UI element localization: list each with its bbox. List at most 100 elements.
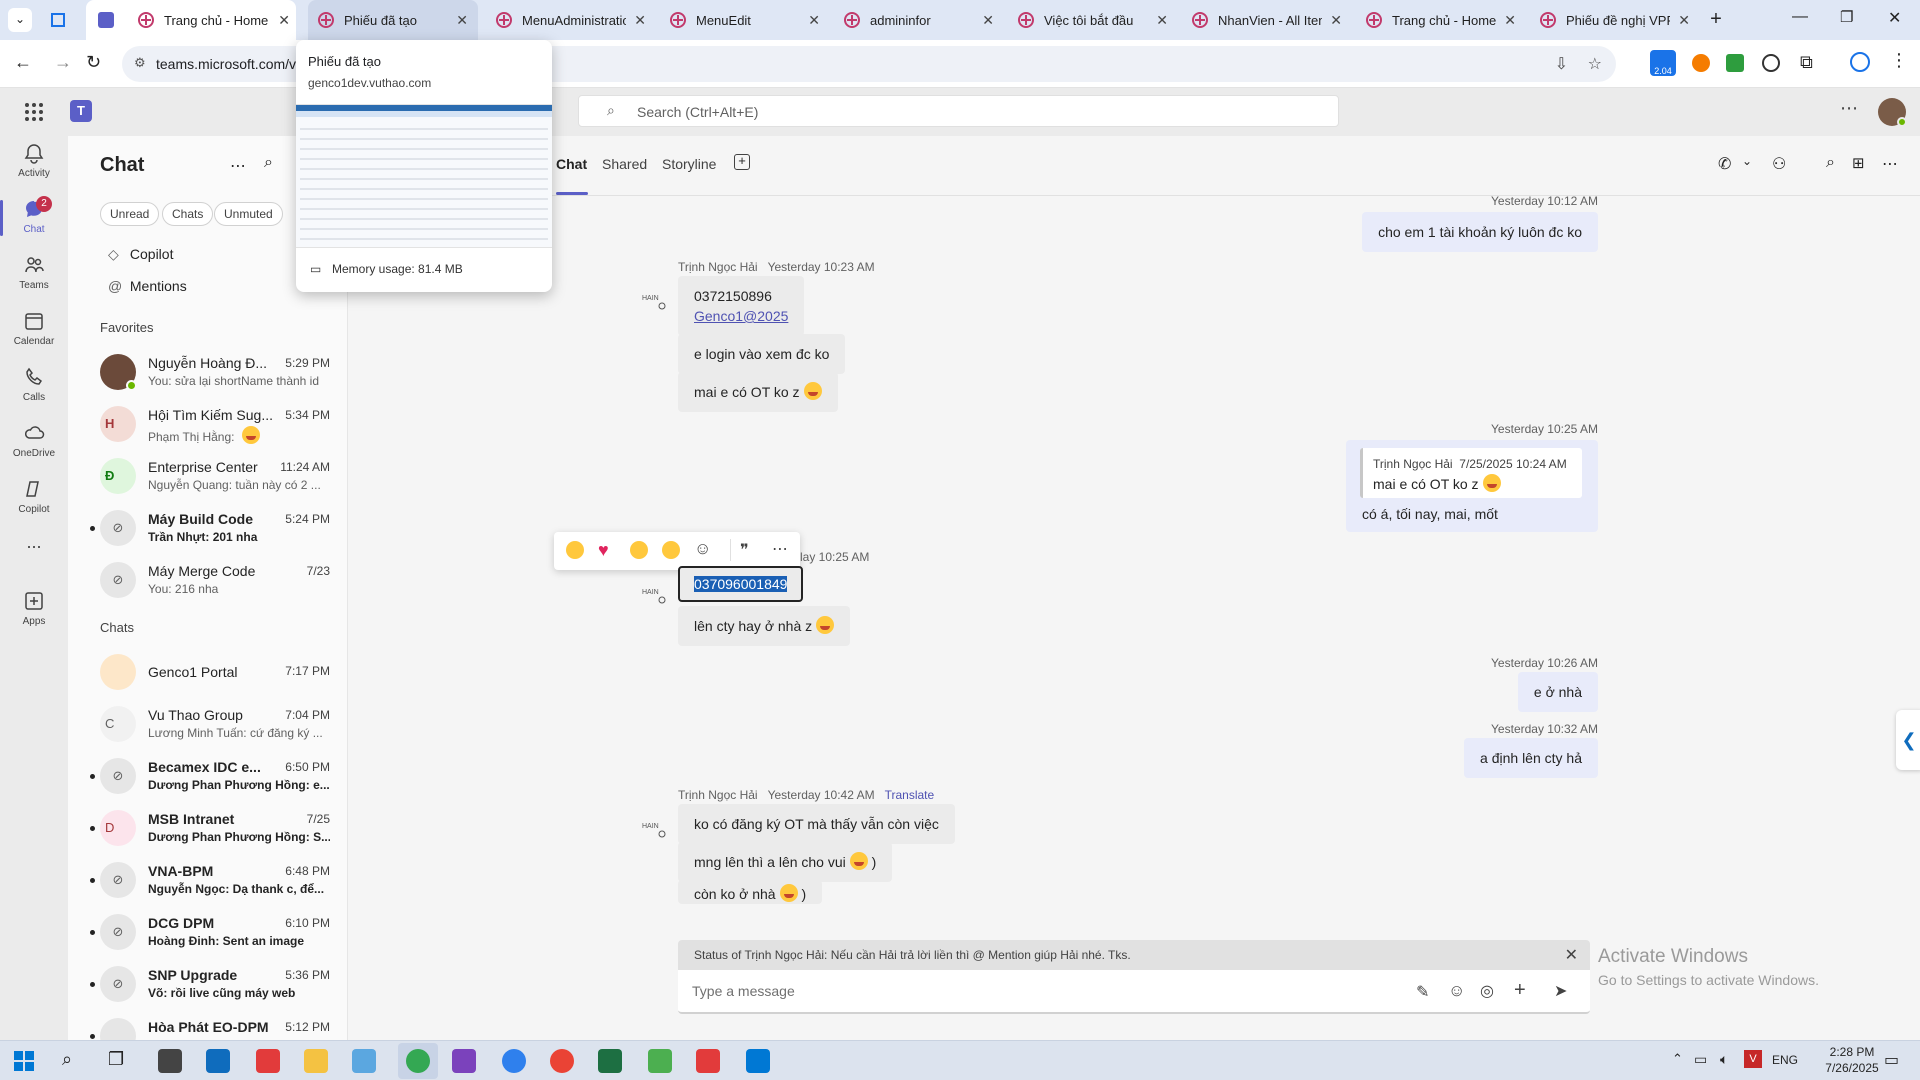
add-tab-icon[interactable]: + xyxy=(734,154,750,170)
message-bubble[interactable]: a định lên cty hả xyxy=(1464,738,1598,778)
tab-shared[interactable]: Shared xyxy=(602,156,647,172)
close-icon[interactable]: ✕ xyxy=(1565,945,1578,965)
message-bubble[interactable]: ko có đăng ký OT mà thấy vẫn còn việc xyxy=(678,804,955,844)
browser-menu-icon[interactable]: ⋮ xyxy=(1890,50,1908,71)
notifications-icon[interactable]: ▭ xyxy=(1884,1050,1899,1070)
search-input[interactable]: ⌕ Search (Ctrl+Alt+E) xyxy=(578,95,1339,127)
translate-link[interactable]: Translate xyxy=(885,788,935,802)
chrome-icon[interactable] xyxy=(406,1049,430,1073)
tab-8[interactable]: Trang chủ - Home ✕ xyxy=(1356,0,1526,40)
add-people-icon[interactable]: ⚇ xyxy=(1772,154,1786,174)
reload-icon[interactable]: ↻ xyxy=(86,52,101,73)
list-item[interactable]: Nguyễn Hoàng Đ... 5:29 PM You: sửa lại s… xyxy=(68,346,348,398)
pinned-mentions[interactable]: @ Mentions xyxy=(108,278,187,294)
excel-icon[interactable] xyxy=(598,1049,622,1073)
close-icon[interactable]: ✕ xyxy=(634,12,646,29)
list-item[interactable]: ⊘ Máy Build Code 5:24 PM Trần Nhựt: 201 … xyxy=(68,502,348,554)
message-bubble[interactable]: còn ko ở nhà ) xyxy=(678,880,823,904)
filter-unmuted[interactable]: Unmuted xyxy=(214,202,283,226)
language-indicator[interactable]: ENG xyxy=(1772,1053,1798,1067)
format-icon[interactable]: ✎ xyxy=(1416,982,1429,1002)
rail-item-onedrive[interactable]: OneDrive xyxy=(0,416,68,472)
tab-chat[interactable]: Chat xyxy=(556,156,587,172)
extensions-puzzle-icon[interactable]: ⧉ xyxy=(1800,52,1813,73)
thumbs-up-icon[interactable] xyxy=(566,541,584,559)
chevron-down-icon[interactable]: ⌄ xyxy=(1742,154,1752,168)
tab-search-button[interactable]: ⌄ xyxy=(8,8,32,32)
search-icon[interactable]: ⌕ xyxy=(1826,154,1835,172)
search-icon[interactable]: ⌕ xyxy=(264,154,273,172)
vietkey-icon[interactable]: V xyxy=(1744,1050,1762,1068)
tab-3[interactable]: MenuAdministratio ✕ xyxy=(486,0,656,40)
clock[interactable]: 2:28 PM 7/26/2025 xyxy=(1820,1044,1884,1076)
loop-icon[interactable]: ◎ xyxy=(1480,981,1494,1001)
rail-item-copilot[interactable]: Copilot xyxy=(0,472,68,528)
chevron-left-icon[interactable]: ❮ xyxy=(1896,710,1920,770)
browser-workspace-icon[interactable] xyxy=(48,10,68,30)
restore-button[interactable]: ❐ xyxy=(1840,8,1853,26)
extension-icon[interactable] xyxy=(1762,54,1780,72)
search-icon[interactable]: ⌕ xyxy=(62,1049,72,1070)
back-arrow-icon[interactable]: ← xyxy=(14,52,32,73)
tab-1[interactable]: Trang chủ - Home ✕ xyxy=(128,0,300,40)
list-item[interactable]: ⊘ SNP Upgrade 5:36 PM Võ: rồi live cũng … xyxy=(68,958,348,1010)
close-icon[interactable]: ✕ xyxy=(982,12,994,29)
close-window-button[interactable]: ✕ xyxy=(1888,8,1901,28)
list-item[interactable]: ⊘ Máy Merge Code 7/23 You: 216 nha xyxy=(68,554,348,606)
notepad-icon[interactable] xyxy=(648,1049,672,1073)
tab-storyline[interactable]: Storyline xyxy=(662,156,716,172)
windows-start-icon[interactable] xyxy=(14,1051,34,1071)
send-icon[interactable]: ➤ xyxy=(1554,981,1567,1001)
app-icon[interactable] xyxy=(502,1049,526,1073)
message-bubble[interactable]: 0372150896 Genco1@2025 xyxy=(678,276,805,336)
site-info-icon[interactable]: ⚙ xyxy=(134,55,146,71)
volume-icon[interactable]: 🔈︎ xyxy=(1720,1051,1728,1068)
chrome-icon[interactable] xyxy=(550,1049,574,1073)
rail-item-apps[interactable]: Apps xyxy=(0,584,68,640)
message-bubble[interactable]: cho em 1 tài khoản ký luôn đc ko xyxy=(1362,212,1598,252)
new-tab-button[interactable]: + xyxy=(1704,8,1728,32)
rail-more-button[interactable]: ... xyxy=(0,528,68,584)
task-view-icon[interactable]: ❐ xyxy=(108,1049,124,1070)
message-link[interactable]: Genco1@2025 xyxy=(694,306,788,326)
quote-icon[interactable]: ❞ xyxy=(740,540,749,560)
close-icon[interactable]: ✕ xyxy=(1504,12,1516,29)
popout-icon[interactable]: ⊞ xyxy=(1852,154,1865,172)
list-item[interactable]: Genco1 Portal 7:17 PM xyxy=(68,646,348,698)
list-item[interactable]: ⊘ Becamex IDC e... 6:50 PM Dương Phan Ph… xyxy=(68,750,348,802)
surprised-icon[interactable] xyxy=(662,541,680,559)
tab-6[interactable]: Việc tôi bắt đầu ✕ xyxy=(1008,0,1178,40)
extension-icon[interactable] xyxy=(1726,54,1744,72)
rail-item-chat[interactable]: 2 Chat xyxy=(0,192,68,248)
visual-studio-icon[interactable] xyxy=(452,1049,476,1073)
add-reaction-icon[interactable]: ☺ xyxy=(694,539,711,559)
list-item[interactable]: ⊘ DCG DPM 6:10 PM Hoàng Đinh: Sent an im… xyxy=(68,906,348,958)
filter-chats[interactable]: Chats xyxy=(162,202,214,226)
vscode-icon[interactable] xyxy=(746,1049,770,1073)
heart-icon[interactable]: ♥ xyxy=(598,540,609,561)
extension-icon[interactable]: 2.04 xyxy=(1650,50,1676,76)
extension-icon[interactable] xyxy=(1692,54,1710,72)
profile-icon[interactable] xyxy=(1850,52,1870,72)
message-bubble[interactable]: mng lên thì a lên cho vui ) xyxy=(678,842,893,882)
rail-item-teams[interactable]: Teams xyxy=(0,248,68,304)
tab-9[interactable]: Phiếu đề nghị VPP ✕ xyxy=(1530,0,1700,40)
more-options-icon[interactable]: ⋯ xyxy=(772,539,788,559)
message-bubble[interactable]: 037096001849 xyxy=(678,566,804,602)
close-icon[interactable]: ✕ xyxy=(1678,12,1690,29)
pinned-copilot[interactable]: ◇ Copilot xyxy=(108,246,173,263)
emoji-picker-icon[interactable]: ☺ xyxy=(1448,981,1465,1001)
message-bubble[interactable]: mai e có OT ko z xyxy=(678,372,838,412)
list-item[interactable]: Đ Enterprise Center 11:24 AM Nguyễn Quan… xyxy=(68,450,348,502)
close-icon[interactable]: ✕ xyxy=(808,12,820,29)
network-icon[interactable]: ▭ xyxy=(1694,1051,1707,1068)
outlook-icon[interactable] xyxy=(206,1049,230,1073)
quoted-message[interactable]: Trịnh Ngọc Hải 7/25/2025 10:24 AM mai e … xyxy=(1360,448,1582,498)
list-item[interactable]: D MSB Intranet 7/25 Dương Phan Phương Hồ… xyxy=(68,802,348,854)
filter-unread[interactable]: Unread xyxy=(100,202,160,226)
avatar[interactable] xyxy=(1878,98,1907,127)
install-app-icon[interactable]: ⇩ xyxy=(1555,54,1568,74)
attach-plus-icon[interactable]: + xyxy=(1514,979,1526,1002)
close-icon[interactable]: ✕ xyxy=(1156,12,1168,29)
close-icon[interactable]: ✕ xyxy=(456,12,468,29)
